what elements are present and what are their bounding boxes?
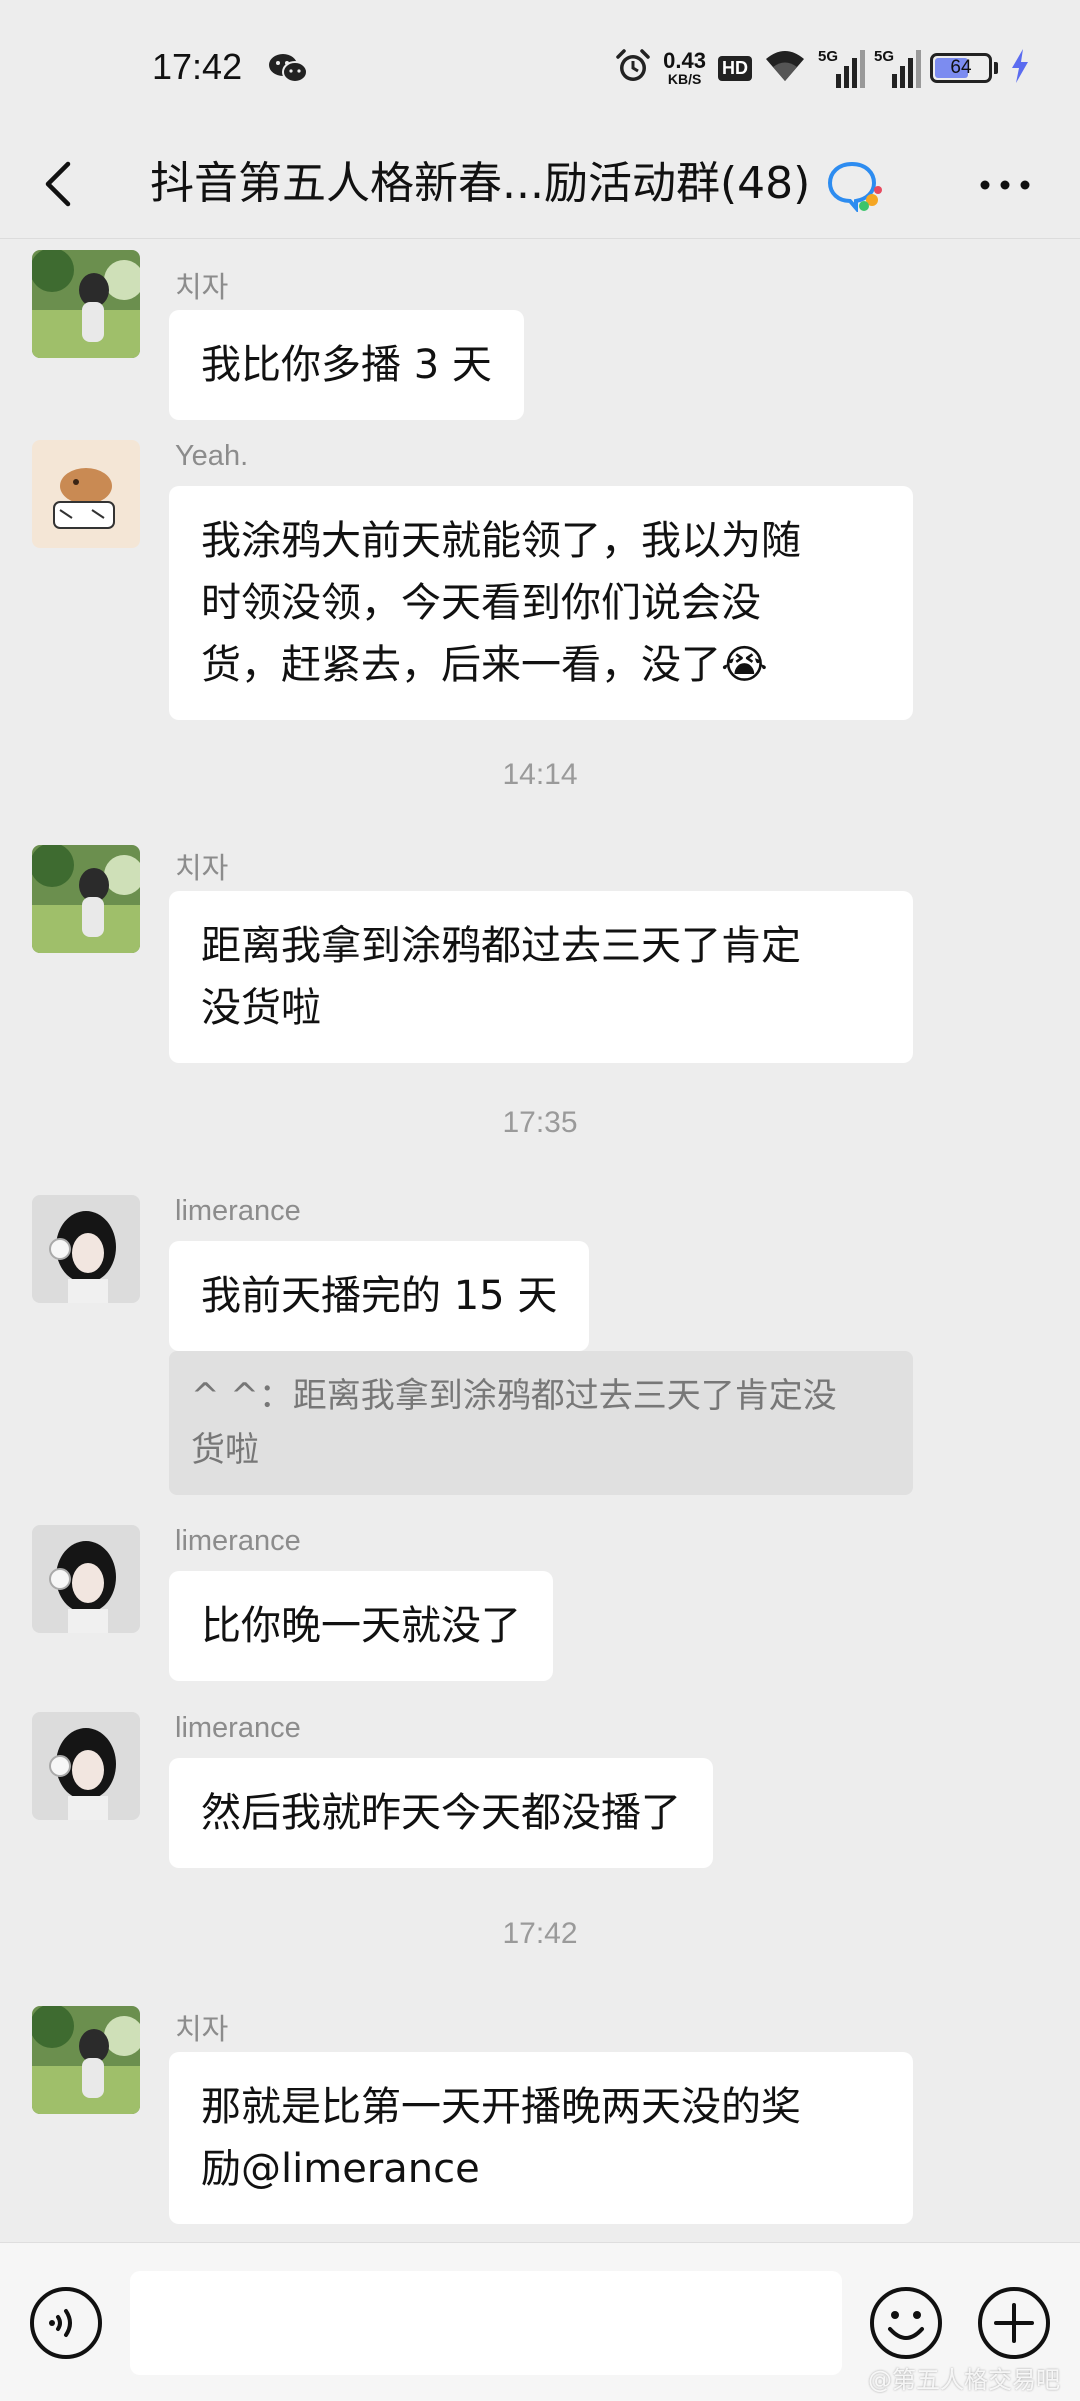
battery-level: 64 <box>950 57 972 78</box>
message-bubble[interactable]: 我涂鸦大前天就能领了，我以为随 时领没领，今天看到你们说会没 货，赶紧去，后来一… <box>169 486 913 720</box>
sender-name: 치자 <box>175 853 229 885</box>
wechat-icon <box>268 52 308 84</box>
alarm-icon <box>615 48 651 88</box>
signal-strength-2: 5G <box>874 48 921 88</box>
avatar[interactable] <box>32 440 140 548</box>
message-row: limerance 我前天播完的 15 天 ^ ^：距离我拿到涂鸦都过去三天了肯… <box>0 1195 1080 1535</box>
message-text-line: 我涂鸦大前天就能领了，我以为随 <box>201 518 801 564</box>
message-text: 比你晚一天就没了 <box>201 1603 521 1649</box>
chat-message-list[interactable]: 치자 我比你多播 3 天 Yeah. 我涂鸦大前天就能领了，我以为随 时领没领，… <box>0 240 1080 2242</box>
network-speed-unit: KB/S <box>667 71 702 87</box>
message-text-line: 货，赶紧去，后来一看，没了 <box>201 642 721 688</box>
message-text-line: 距离我拿到涂鸦都过去三天了肯定 <box>201 923 801 969</box>
message-row: 치자 我比你多播 3 天 <box>0 250 1080 440</box>
sender-name: limerance <box>175 1195 301 1227</box>
emoji-icon <box>870 2287 942 2359</box>
sender-name: 치자 <box>175 272 229 304</box>
message-text: 我前天播完的 15 天 <box>201 1273 558 1319</box>
time-divider: 17:35 <box>502 1106 578 1139</box>
charging-icon <box>1010 49 1030 87</box>
message-bubble[interactable]: 我前天播完的 15 天 <box>169 1241 590 1351</box>
message-text-line: 时领没领，今天看到你们说会没 <box>201 580 761 626</box>
message-bubble[interactable]: 比你晚一天就没了 <box>169 1571 553 1681</box>
network-speed-value: 0.43 <box>663 48 706 73</box>
message-row: limerance 然后我就昨天今天都没播了 <box>0 1712 1080 1892</box>
avatar[interactable] <box>32 845 140 953</box>
message-input[interactable] <box>130 2271 842 2375</box>
chevron-left-icon <box>45 161 71 207</box>
signal-2-label: 5G <box>874 48 895 65</box>
message-text-line: 没货啦 <box>201 985 321 1031</box>
message-row: limerance 比你晚一天就没了 <box>0 1525 1080 1705</box>
status-icons: 0.43 KB/S HD 5G 5G 64 <box>615 46 1030 90</box>
quoted-message[interactable]: ^ ^：距离我拿到涂鸦都过去三天了肯定没 货啦 <box>169 1351 913 1495</box>
message-row: 치자 距离我拿到涂鸦都过去三天了肯定 没货啦 <box>0 845 1080 1105</box>
watermark: @第五人格交易吧 <box>868 2366 1060 2394</box>
emoji-button[interactable] <box>868 2285 944 2361</box>
message-bubble[interactable]: 我比你多播 3 天 <box>169 310 524 420</box>
time-divider: 17:42 <box>502 1917 578 1950</box>
sender-name: limerance <box>175 1712 301 1744</box>
avatar[interactable] <box>32 1712 140 1820</box>
wifi-icon <box>764 49 806 87</box>
avatar[interactable] <box>32 1195 140 1303</box>
avatar[interactable] <box>32 1525 140 1633</box>
sender-name: limerance <box>175 1525 301 1557</box>
chat-header: 抖音第五人格新春...励活动群(48) <box>0 130 1080 239</box>
voice-icon <box>30 2287 102 2359</box>
quote-text-line: ^ ^：距离我拿到涂鸦都过去三天了肯定没 <box>191 1376 837 1416</box>
message-row: 치자 那就是比第一天开播晚两天没的奖 励@limerance <box>0 2006 1080 2242</box>
hd-badge: HD <box>718 55 752 81</box>
message-bubble[interactable]: 距离我拿到涂鸦都过去三天了肯定 没货啦 <box>169 891 913 1063</box>
more-functions-button[interactable] <box>976 2285 1052 2361</box>
group-chat-icon[interactable] <box>826 160 886 214</box>
avatar[interactable] <box>32 2006 140 2114</box>
network-speed: 0.43 KB/S <box>663 48 706 87</box>
voice-input-button[interactable] <box>28 2285 104 2361</box>
sender-name: 치자 <box>175 2014 229 2046</box>
more-options-button[interactable] <box>970 160 1040 210</box>
battery-indicator: 64 <box>930 53 992 83</box>
plus-icon <box>978 2287 1050 2359</box>
time-divider: 14:14 <box>502 758 578 791</box>
message-text: 我比你多播 3 天 <box>201 342 492 388</box>
message-text: 然后我就昨天今天都没播了 <box>201 1790 681 1836</box>
avatar[interactable] <box>32 250 140 358</box>
signal-strength-1: 5G <box>818 48 865 88</box>
input-bar: @第五人格交易吧 <box>0 2242 1080 2401</box>
crying-emoji: 😭 <box>721 642 768 688</box>
status-time: 17:42 <box>152 46 243 87</box>
battery-tip <box>994 62 998 74</box>
back-button[interactable] <box>28 152 92 216</box>
status-bar: 17:42 0.43 KB/S HD 5G 5G 64 <box>0 0 1080 130</box>
message-bubble[interactable]: 那就是比第一天开播晚两天没的奖 励@limerance <box>169 2052 913 2224</box>
more-dots-icon <box>980 180 1030 190</box>
chat-title[interactable]: 抖音第五人格新春...励活动群(48) <box>150 152 810 216</box>
quote-text-line: 货啦 <box>191 1430 259 1470</box>
message-text-line: 那就是比第一天开播晚两天没的奖 <box>201 2084 801 2130</box>
message-text-line: 励@limerance <box>201 2146 480 2192</box>
sender-name: Yeah. <box>175 440 249 472</box>
message-bubble[interactable]: 然后我就昨天今天都没播了 <box>169 1758 713 1868</box>
signal-1-label: 5G <box>818 48 839 65</box>
